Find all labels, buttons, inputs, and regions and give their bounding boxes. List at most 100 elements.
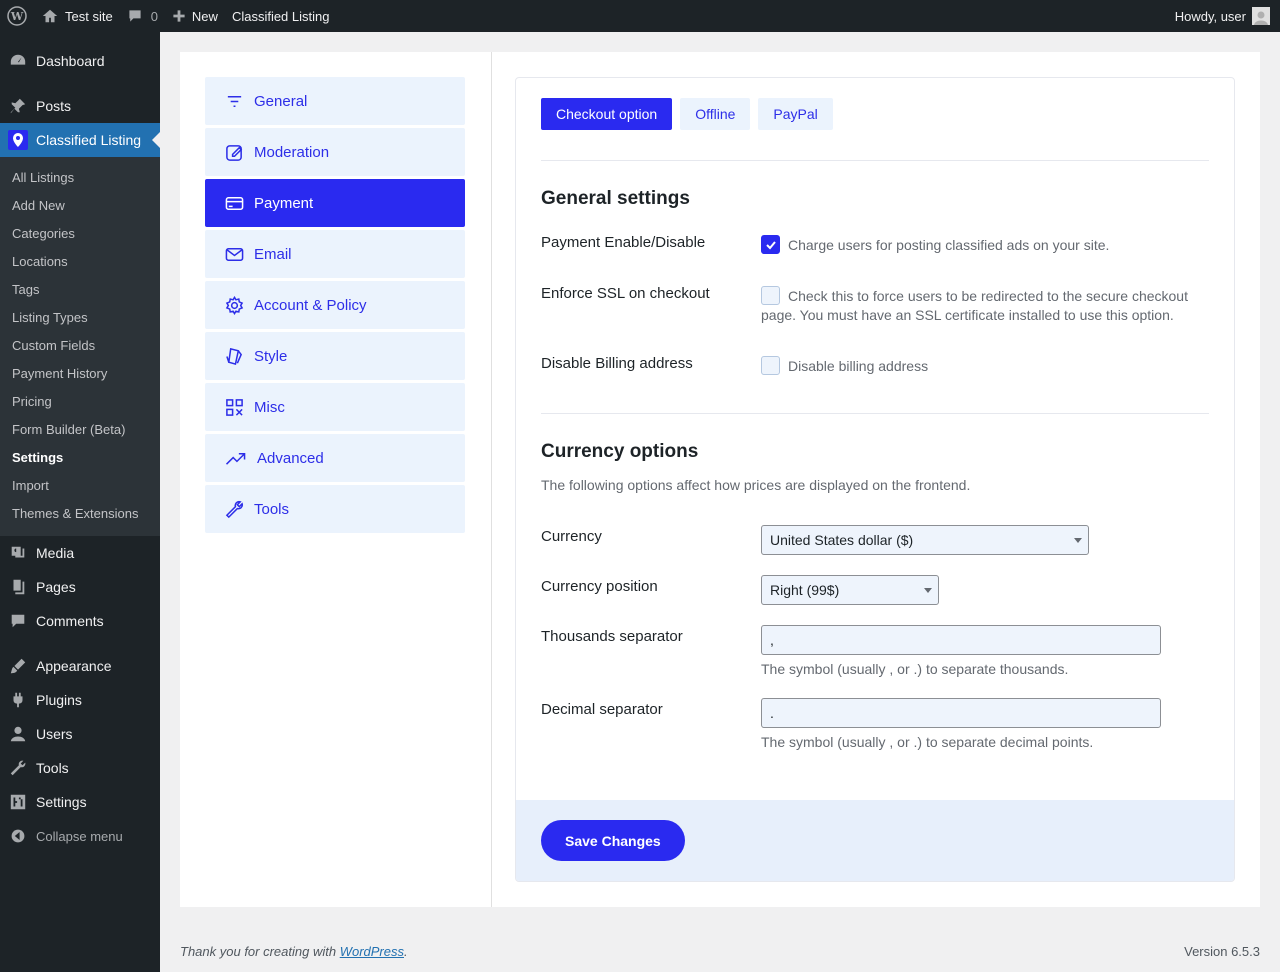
submenu-locations[interactable]: Locations: [0, 248, 160, 276]
tab-misc-label: Misc: [254, 398, 285, 416]
tab-style-label: Style: [254, 347, 288, 365]
main-content: General Moderation Payment Email Account…: [160, 32, 1280, 972]
menu-tools-label: Tools: [36, 760, 69, 776]
media-icon: [11, 546, 25, 558]
payment-settings-card: Checkout option Offline PayPal General s…: [515, 77, 1235, 882]
currency-select[interactable]: United States dollar ($): [761, 525, 1089, 555]
collapse-arrow-icon: [11, 829, 25, 843]
footer-thanks-suffix: .: [404, 944, 408, 959]
submenu-form-builder[interactable]: Form Builder (Beta): [0, 416, 160, 444]
comments-link[interactable]: 0: [120, 0, 165, 32]
submenu-listing-types[interactable]: Listing Types: [0, 304, 160, 332]
collapse-menu-label: Collapse menu: [36, 828, 123, 844]
admin-sidebar: Dashboard Posts Classified Listing All L…: [0, 32, 160, 972]
tab-moderation[interactable]: Moderation: [205, 128, 465, 176]
save-changes-button[interactable]: Save Changes: [541, 820, 685, 861]
tab-payment-label: Payment: [254, 194, 314, 212]
comments-count: 0: [150, 8, 158, 24]
tab-account-policy[interactable]: Account & Policy: [205, 281, 465, 329]
payment-enable-text: Charge users for posting classified ads …: [788, 237, 1110, 253]
ssl-label: Enforce SSL on checkout: [541, 285, 710, 302]
footer-thanks-prefix: Thank you for creating with: [180, 944, 340, 959]
menu-plugins-label: Plugins: [36, 692, 82, 708]
tab-payment[interactable]: Payment: [205, 179, 465, 227]
thousands-separator-label: Thousands separator: [541, 628, 683, 645]
currency-select-value: United States dollar ($): [770, 532, 914, 548]
menu-settings-label: Settings: [36, 794, 87, 810]
tab-email[interactable]: Email: [205, 230, 465, 278]
settings-tabs: General Moderation Payment Email Account…: [180, 52, 492, 907]
menu-users[interactable]: Users: [0, 717, 160, 751]
submenu-themes-extensions[interactable]: Themes & Extensions: [0, 500, 160, 528]
menu-settings[interactable]: Settings: [0, 785, 160, 819]
ssl-text: Check this to force users to be redirect…: [761, 288, 1188, 323]
users-icon: [10, 726, 26, 742]
divider: [541, 160, 1209, 161]
submenu-pricing[interactable]: Pricing: [0, 388, 160, 416]
filter-icon: [227, 95, 242, 107]
user-avatar-icon: [1254, 11, 1268, 25]
currency-position-select[interactable]: Right (99$): [761, 575, 939, 605]
menu-appearance[interactable]: Appearance: [0, 649, 160, 683]
ssl-checkbox[interactable]: [761, 286, 780, 305]
submenu-import[interactable]: Import: [0, 472, 160, 500]
menu-media-label: Media: [36, 545, 75, 561]
wrench-icon: [10, 760, 26, 776]
submenu-custom-fields[interactable]: Custom Fields: [0, 332, 160, 360]
tab-general[interactable]: General: [205, 77, 465, 125]
decimal-separator-label: Decimal separator: [541, 701, 663, 718]
tab-moderation-label: Moderation: [254, 143, 330, 161]
menu-media[interactable]: Media: [0, 536, 160, 570]
tab-email-label: Email: [254, 245, 292, 263]
menu-pages[interactable]: Pages: [0, 570, 160, 604]
admin-bar: W Test site 0 New Classified Listing How…: [0, 0, 1280, 32]
submenu-payment-history[interactable]: Payment History: [0, 360, 160, 388]
tab-tools-label: Tools: [254, 500, 290, 518]
menu-pages-label: Pages: [36, 579, 76, 595]
decimal-separator-input[interactable]: .: [761, 698, 1161, 728]
chevron-down-icon: [1074, 538, 1082, 543]
subtab-offline[interactable]: Offline: [680, 98, 751, 130]
menu-classified-listing[interactable]: Classified Listing: [0, 123, 160, 157]
menu-comments[interactable]: Comments: [0, 604, 160, 638]
tab-account-policy-label: Account & Policy: [254, 296, 367, 314]
menu-comments-label: Comments: [36, 613, 104, 629]
menu-dashboard[interactable]: Dashboard: [0, 44, 160, 78]
submenu-all-listings[interactable]: All Listings: [0, 164, 160, 192]
billing-checkbox[interactable]: [761, 356, 780, 375]
payment-enable-row: Charge users for posting classified ads …: [761, 235, 1201, 255]
save-bar: Save Changes: [516, 800, 1234, 881]
subtab-paypal[interactable]: PayPal: [758, 98, 833, 130]
svg-text:W: W: [10, 10, 24, 23]
menu-dashboard-label: Dashboard: [36, 53, 105, 69]
site-name-link[interactable]: Test site: [34, 0, 120, 32]
thousands-separator-input[interactable]: ,: [761, 625, 1161, 655]
currency-position-value: Right (99$): [770, 582, 840, 598]
subtab-checkout-option[interactable]: Checkout option: [541, 98, 673, 130]
payment-enable-checkbox[interactable]: [761, 235, 780, 254]
collapse-menu-button[interactable]: Collapse menu: [0, 819, 160, 853]
plugin-link[interactable]: Classified Listing: [225, 0, 337, 32]
wordpress-link[interactable]: WordPress: [340, 944, 404, 959]
menu-tools[interactable]: Tools: [0, 751, 160, 785]
chevron-down-icon: [924, 588, 932, 593]
tab-tools[interactable]: Tools: [205, 485, 465, 533]
submenu-add-new[interactable]: Add New: [0, 192, 160, 220]
menu-posts[interactable]: Posts: [0, 89, 160, 123]
tab-general-label: General: [254, 92, 308, 110]
howdy-user[interactable]: Howdy, user: [1175, 9, 1246, 24]
submenu-settings[interactable]: Settings: [0, 444, 160, 472]
submenu-categories[interactable]: Categories: [0, 220, 160, 248]
avatar[interactable]: [1252, 7, 1270, 25]
gear-icon: [225, 295, 244, 315]
menu-plugins[interactable]: Plugins: [0, 683, 160, 717]
tab-style[interactable]: Style: [205, 332, 465, 380]
submenu-tags[interactable]: Tags: [0, 276, 160, 304]
dashboard-icon: [10, 54, 26, 65]
tab-misc[interactable]: Misc: [205, 383, 465, 431]
new-content-link[interactable]: New: [165, 0, 225, 32]
plus-icon: [173, 10, 185, 22]
paintbrush-icon: [10, 658, 26, 674]
wordpress-logo-icon[interactable]: W: [0, 0, 34, 32]
tab-advanced[interactable]: Advanced: [205, 434, 465, 482]
